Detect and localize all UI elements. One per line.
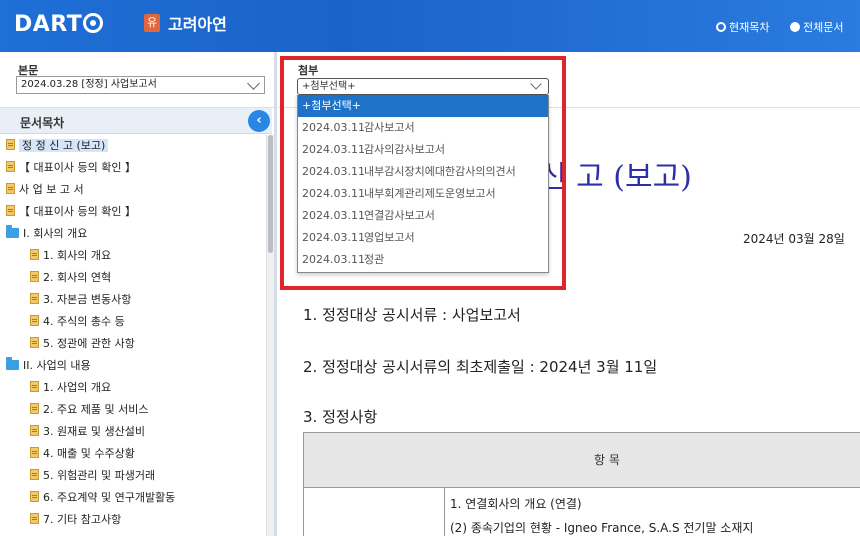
- toc-item-label: 5. 정관에 관한 사항: [43, 337, 135, 350]
- document-icon: [30, 447, 39, 458]
- folder-icon: [6, 357, 19, 370]
- main-doc-select[interactable]: 2024.03.28 [정정] 사업보고서: [16, 76, 265, 94]
- toc-item-label: 7. 기타 참고사항: [43, 513, 122, 526]
- toc-item[interactable]: 1. 회사의 개요: [30, 246, 111, 266]
- document-date: 2024년 03월 28일: [743, 232, 845, 246]
- toc-item-label: 2. 회사의 연혁: [43, 271, 112, 284]
- toc-item[interactable]: I. 회사의 개요: [6, 224, 87, 244]
- toc-item-label: 3. 원재료 및 생산설비: [43, 425, 145, 438]
- toc-item-label: 1. 회사의 개요: [43, 249, 112, 262]
- toc-item-label: II. 사업의 내용: [23, 359, 91, 372]
- table-cell-line-1: 1. 연결회사의 개요 (연결): [450, 497, 582, 511]
- toc-item-label: 사 업 보 고 서: [19, 183, 84, 196]
- toc-item-label: 1. 사업의 개요: [43, 381, 112, 394]
- toc-item[interactable]: 4. 매출 및 수주상황: [30, 444, 135, 464]
- highlight-box: [280, 56, 566, 290]
- toc-item[interactable]: 1. 사업의 개요: [30, 378, 111, 398]
- radio-all-docs[interactable]: 전체문서: [790, 19, 843, 35]
- toc-item-label: 6. 주요계약 및 연구개발활동: [43, 491, 176, 504]
- toc-item-label: 【 대표이사 등의 확인 】: [19, 161, 136, 174]
- table-column-divider: [444, 487, 445, 536]
- toc-item-label: 정 정 신 고 (보고): [19, 139, 109, 152]
- toc-item[interactable]: 2. 회사의 연혁: [30, 268, 111, 288]
- document-icon: [6, 183, 15, 194]
- logo-target-icon: [83, 13, 104, 33]
- toc-item[interactable]: 4. 주식의 총수 등: [30, 312, 125, 332]
- toc-item[interactable]: 정 정 신 고 (보고): [6, 136, 109, 156]
- first-submission-date: 2. 정정대상 공시서류의 최초제출일 : 2024년 3월 11일: [303, 358, 658, 376]
- collapse-toc-button[interactable]: ‹: [248, 110, 270, 132]
- document-icon: [6, 139, 15, 150]
- document-icon: [30, 513, 39, 524]
- toc-item[interactable]: 【 대표이사 등의 확인 】: [6, 158, 136, 178]
- toc-item[interactable]: II. 사업의 내용: [6, 356, 91, 376]
- company-name: 고려아연: [168, 15, 227, 34]
- toc-header: 문서목차: [0, 108, 272, 134]
- document-icon: [30, 403, 39, 414]
- chevron-down-icon: [247, 77, 260, 90]
- toc-item-label: 3. 자본금 변동사항: [43, 293, 132, 306]
- table-header-label: 항 목: [594, 453, 620, 467]
- toc-scrollbar[interactable]: [266, 135, 274, 536]
- table-header: 항 목: [303, 432, 860, 488]
- document-icon: [6, 205, 15, 216]
- toc-item[interactable]: 【 대표이사 등의 확인 】: [6, 202, 136, 222]
- toc-item-label: 5. 위험관리 및 파생거래: [43, 469, 156, 482]
- toc-item[interactable]: 7. 기타 참고사항: [30, 510, 121, 530]
- top-header: DART 유 고려아연 현재목차 전체문서: [0, 0, 860, 52]
- toc-item-label: 【 대표이사 등의 확인 】: [19, 205, 136, 218]
- scroll-thumb[interactable]: [268, 135, 273, 253]
- toc-item-label: 4. 주식의 총수 등: [43, 315, 125, 328]
- toc-item[interactable]: 사 업 보 고 서: [6, 180, 84, 200]
- toc-item-label: I. 회사의 개요: [23, 227, 88, 240]
- correction-section: 3. 정정사항: [303, 408, 378, 426]
- radio-current-toc[interactable]: 현재목차: [716, 19, 769, 35]
- document-icon: [30, 491, 39, 502]
- document-icon: [30, 293, 39, 304]
- radio-empty-icon: [716, 22, 726, 32]
- document-icon: [30, 249, 39, 260]
- dart-logo[interactable]: DART: [14, 12, 104, 37]
- toc-item[interactable]: 5. 위험관리 및 파생거래: [30, 466, 155, 486]
- table-row: 1. 연결회사의 개요 (연결) (2) 종속기업의 현황 - Igneo Fr…: [303, 487, 860, 536]
- document-icon: [30, 315, 39, 326]
- chevron-left-icon: ‹: [256, 113, 262, 128]
- correction-target: 1. 정정대상 공시서류 : 사업보고서: [303, 306, 521, 324]
- toc-title: 문서목차: [20, 116, 65, 130]
- toc-item-label: 4. 매출 및 수주상황: [43, 447, 135, 460]
- toc-item[interactable]: 3. 자본금 변동사항: [30, 290, 131, 310]
- document-icon: [30, 425, 39, 436]
- folder-icon: [6, 225, 19, 238]
- table-cell-line-2: (2) 종속기업의 현황 - Igneo France, S.A.S 전기말 소…: [450, 521, 754, 535]
- document-icon: [6, 161, 15, 172]
- toc-item[interactable]: 5. 정관에 관한 사항: [30, 334, 135, 354]
- document-icon: [30, 469, 39, 480]
- document-icon: [30, 271, 39, 282]
- document-icon: [30, 381, 39, 392]
- radio-filled-icon: [790, 22, 800, 32]
- toc-item[interactable]: 6. 주요계약 및 연구개발활동: [30, 488, 175, 508]
- toc-tree: 정 정 신 고 (보고) 【 대표이사 등의 확인 】 사 업 보 고 서 【 대표이…: [0, 135, 266, 536]
- document-icon: [30, 337, 39, 348]
- toc-item-label: 2. 주요 제품 및 서비스: [43, 403, 149, 416]
- toc-item[interactable]: 3. 원재료 및 생산설비: [30, 422, 145, 442]
- company-badge: 유: [144, 14, 160, 32]
- toc-item[interactable]: 2. 주요 제품 및 서비스: [30, 400, 148, 420]
